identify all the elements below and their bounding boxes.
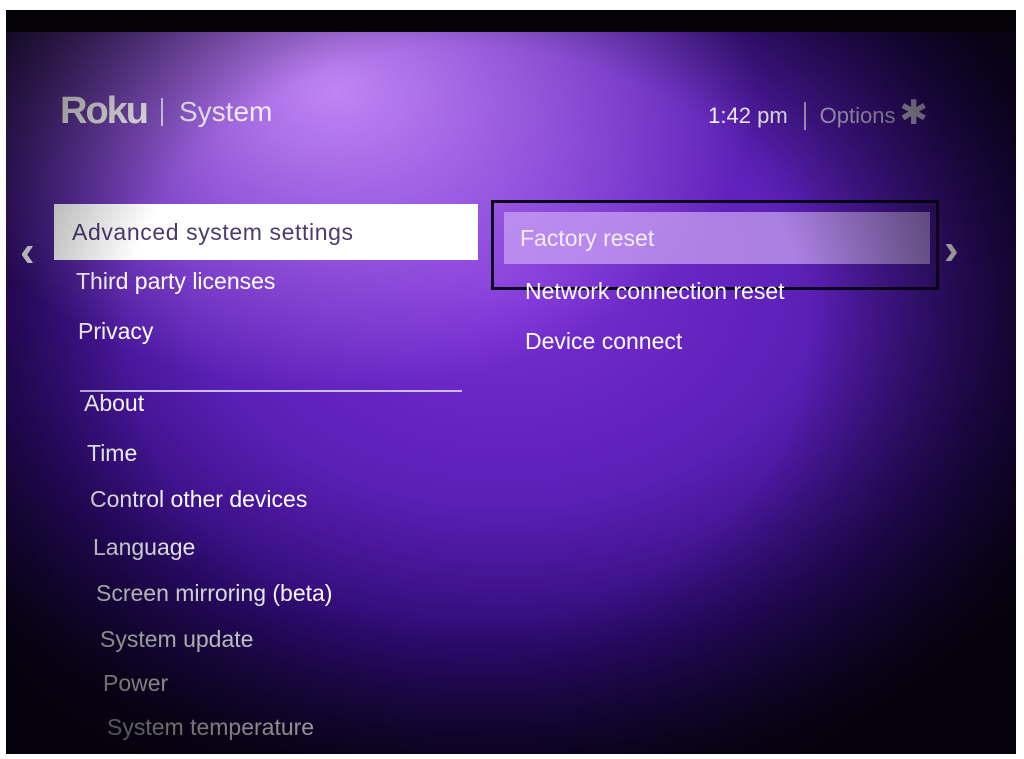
menu-item-advanced-system-settings[interactable]: Advanced system settings [54,204,478,260]
asterisk-icon[interactable]: ✱ [900,96,929,130]
header-status: 1:42 pm Options ✱ [708,96,929,130]
menu-item-power[interactable]: Power [103,670,168,697]
menu-item-system-update[interactable]: System update [100,626,253,653]
submenu-item-device-connect[interactable]: Device connect [525,328,682,355]
submenu-item-network-connection-reset[interactable]: Network connection reset [525,278,785,305]
page-title: System [179,95,273,127]
brand-divider [161,97,163,126]
menu-divider [80,390,462,392]
tv-bezel: Roku System 1:42 pm Options ✱ ‹ › Advanc… [6,10,1016,754]
chevron-right-icon[interactable]: › [944,228,959,272]
menu-item-about[interactable]: About [84,390,144,417]
menu-item-language[interactable]: Language [93,534,195,561]
clock: 1:42 pm [708,103,788,128]
menu-item-privacy[interactable]: Privacy [78,318,153,345]
status-divider [803,102,806,130]
menu-item-screen-mirroring[interactable]: Screen mirroring (beta) [96,580,332,607]
menu-item-third-party-licenses[interactable]: Third party licenses [76,268,275,295]
options-button[interactable]: Options [820,103,896,129]
roku-logo: Roku [60,90,149,132]
menu-item-system-temperature[interactable]: System temperature [107,714,314,741]
menu-item-time[interactable]: Time [87,440,137,467]
header-brand: Roku System [60,90,272,133]
chevron-left-icon[interactable]: ‹ [20,230,35,274]
submenu-item-factory-reset[interactable]: Factory reset [504,212,930,264]
menu-item-control-other-devices[interactable]: Control other devices [90,486,307,513]
tv-screen: Roku System 1:42 pm Options ✱ ‹ › Advanc… [6,32,1016,754]
